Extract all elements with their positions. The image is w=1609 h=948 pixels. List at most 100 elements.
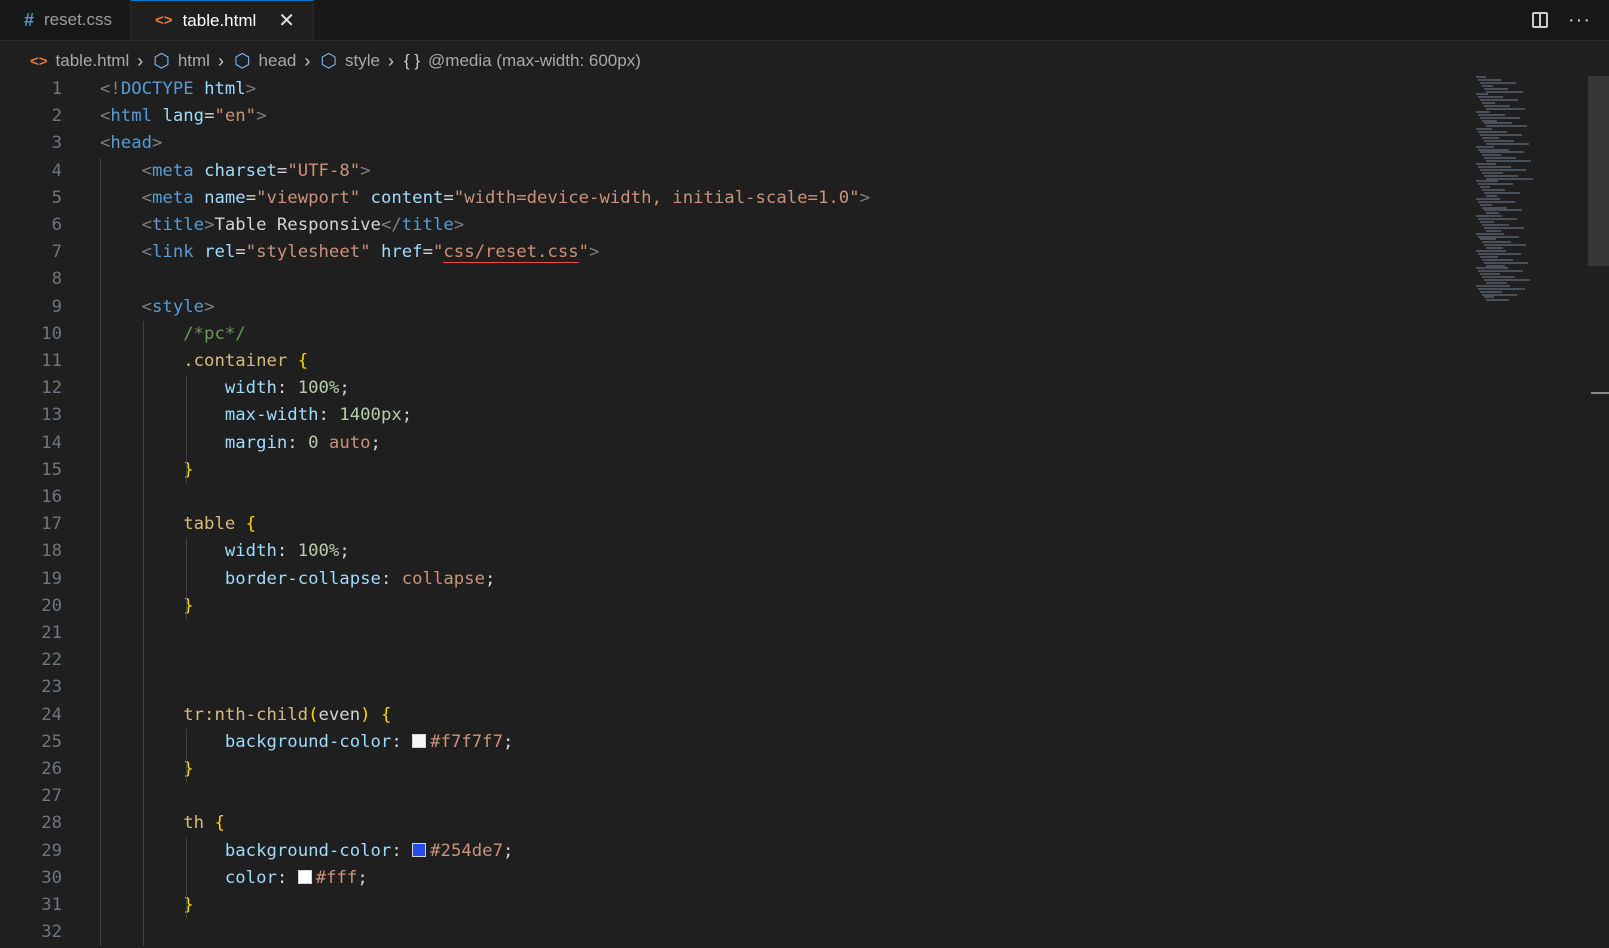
code-line[interactable]: 20 } bbox=[0, 593, 1460, 620]
line-number: 20 bbox=[41, 595, 62, 616]
code-line[interactable]: 21 bbox=[0, 620, 1460, 647]
line-number: 16 bbox=[41, 487, 62, 507]
code-line[interactable]: 23 bbox=[0, 674, 1460, 701]
color-swatch[interactable] bbox=[412, 733, 427, 748]
more-actions-icon[interactable]: ··· bbox=[1568, 10, 1591, 30]
code-text: background-color: #254de7; bbox=[224, 840, 514, 861]
minimap-line bbox=[1484, 157, 1516, 160]
code-line[interactable]: 6 <title>Table Responsive</title> bbox=[0, 212, 1460, 239]
code-text: color: #fff; bbox=[224, 867, 368, 888]
code-line[interactable]: 4 <meta charset="UTF-8"> bbox=[0, 158, 1460, 185]
code-line[interactable]: 11 .container { bbox=[0, 348, 1460, 375]
breadcrumb-item-file[interactable]: <> table.html bbox=[30, 51, 129, 71]
minimap-line bbox=[1478, 270, 1523, 273]
code-line[interactable]: 9 <style> bbox=[0, 294, 1460, 321]
scrollbar-thumb[interactable] bbox=[1588, 76, 1609, 266]
code-line[interactable]: 16 bbox=[0, 484, 1460, 511]
minimap-line bbox=[1478, 218, 1517, 221]
code-line[interactable]: 28 th { bbox=[0, 810, 1460, 837]
indent-guide bbox=[186, 728, 187, 784]
code-line[interactable]: 14 margin: 0 auto; bbox=[0, 430, 1460, 457]
code-line[interactable]: 1 <!DOCTYPE html> bbox=[0, 76, 1460, 103]
code-line[interactable]: 29 background-color: #254de7; bbox=[0, 838, 1460, 865]
tab-label: table.html bbox=[182, 10, 257, 30]
minimap-line bbox=[1476, 145, 1494, 148]
line-number: 21 bbox=[41, 623, 62, 643]
code-line[interactable]: 18 width: 100%; bbox=[0, 538, 1460, 565]
code-text: <link rel="stylesheet" href="css/reset.c… bbox=[141, 242, 600, 263]
braces-icon: { } bbox=[403, 51, 421, 70]
minimap-line bbox=[1484, 279, 1530, 281]
code-line[interactable]: 31 } bbox=[0, 892, 1460, 919]
code-text: .container { bbox=[183, 351, 309, 371]
minimap-line bbox=[1476, 93, 1488, 96]
indent-guide bbox=[186, 538, 187, 620]
code-line[interactable]: 12 width: 100%; bbox=[0, 375, 1460, 402]
close-tab-icon[interactable]: ✕ bbox=[278, 8, 295, 33]
breadcrumb-item-media[interactable]: { } @media (max-width: 600px) bbox=[404, 51, 641, 71]
vertical-scrollbar[interactable] bbox=[1588, 76, 1609, 948]
split-editor-icon[interactable] bbox=[1532, 12, 1549, 28]
minimap-line bbox=[1486, 264, 1505, 267]
breadcrumb-item-html[interactable]: ⬡ html bbox=[153, 50, 210, 73]
line-number: 7 bbox=[51, 242, 62, 263]
color-swatch[interactable] bbox=[412, 842, 427, 857]
line-number: 5 bbox=[51, 187, 62, 208]
line-number: 23 bbox=[41, 677, 62, 698]
line-number: 2 bbox=[51, 106, 62, 127]
minimap-line bbox=[1482, 136, 1499, 139]
breadcrumb-item-style[interactable]: ⬡ style bbox=[320, 50, 380, 73]
code-line[interactable]: 7 <link rel="stylesheet" href="css/reset… bbox=[0, 239, 1460, 266]
minimap-line bbox=[1478, 165, 1511, 168]
code-line[interactable]: 2 <html lang="en"> bbox=[0, 103, 1460, 130]
code-line[interactable]: 17 table { bbox=[0, 511, 1460, 538]
code-line[interactable]: 32 bbox=[0, 919, 1460, 946]
code-line[interactable]: 22 bbox=[0, 647, 1460, 674]
element-cube-icon: ⬡ bbox=[233, 50, 251, 72]
chevron-right-icon: › bbox=[217, 50, 224, 71]
code-line[interactable]: 30 color: #fff; bbox=[0, 865, 1460, 892]
minimap-line bbox=[1480, 99, 1518, 102]
minimap-line bbox=[1476, 197, 1500, 200]
minimap-line bbox=[1480, 221, 1494, 223]
code-line[interactable]: 27 bbox=[0, 783, 1460, 810]
code-line[interactable]: 10 /*pc*/ bbox=[0, 321, 1460, 348]
code-line[interactable]: 5 <meta name="viewport" content="width=d… bbox=[0, 185, 1460, 212]
chevron-right-icon: › bbox=[387, 50, 394, 71]
element-cube-icon: ⬡ bbox=[153, 50, 170, 72]
minimap-line bbox=[1486, 177, 1533, 180]
breadcrumb-item-head[interactable]: ⬡ head bbox=[234, 50, 296, 73]
editor-tab-bar: # reset.css <> table.html ✕ ··· bbox=[0, 0, 1609, 41]
line-number: 1 bbox=[51, 79, 62, 99]
minimap-line bbox=[1480, 203, 1492, 206]
minimap-line bbox=[1482, 223, 1509, 226]
minimap-line bbox=[1478, 96, 1503, 99]
tab-label: reset.css bbox=[44, 10, 113, 29]
code-line[interactable]: 3 <head> bbox=[0, 130, 1460, 157]
code-line[interactable]: 26 } bbox=[0, 756, 1460, 783]
chevron-right-icon: › bbox=[137, 50, 144, 71]
minimap-line bbox=[1476, 128, 1492, 131]
line-number: 22 bbox=[41, 650, 62, 671]
tab-reset-css[interactable]: # reset.css bbox=[0, 0, 132, 40]
minimap-line bbox=[1484, 174, 1518, 177]
code-editor[interactable]: 1 <!DOCTYPE html> 2 <html lang="en"> 3 <head>… bbox=[0, 76, 1460, 948]
code-line[interactable]: 8 bbox=[0, 266, 1460, 293]
line-number: 28 bbox=[41, 813, 62, 834]
breadcrumb-label: html bbox=[177, 51, 210, 70]
css-file-icon: # bbox=[24, 9, 35, 30]
code-line[interactable]: 25 background-color: #f7f7f7; bbox=[0, 729, 1460, 756]
minimap-line bbox=[1486, 247, 1503, 250]
code-line[interactable]: 24 tr:nth-child(even) { bbox=[0, 702, 1460, 729]
tab-table-html[interactable]: <> table.html ✕ bbox=[131, 0, 315, 40]
line-number: 26 bbox=[41, 759, 62, 779]
minimap-line bbox=[1482, 171, 1503, 174]
line-number: 19 bbox=[41, 568, 62, 589]
color-swatch[interactable] bbox=[297, 869, 312, 884]
minimap-line bbox=[1486, 281, 1507, 284]
code-line[interactable]: 13 max-width: 1400px; bbox=[0, 402, 1460, 429]
line-number: 30 bbox=[41, 867, 62, 888]
code-line[interactable]: 19 border-collapse: collapse; bbox=[0, 566, 1460, 593]
code-line[interactable]: 15 } bbox=[0, 457, 1460, 484]
minimap[interactable] bbox=[1476, 76, 1556, 316]
